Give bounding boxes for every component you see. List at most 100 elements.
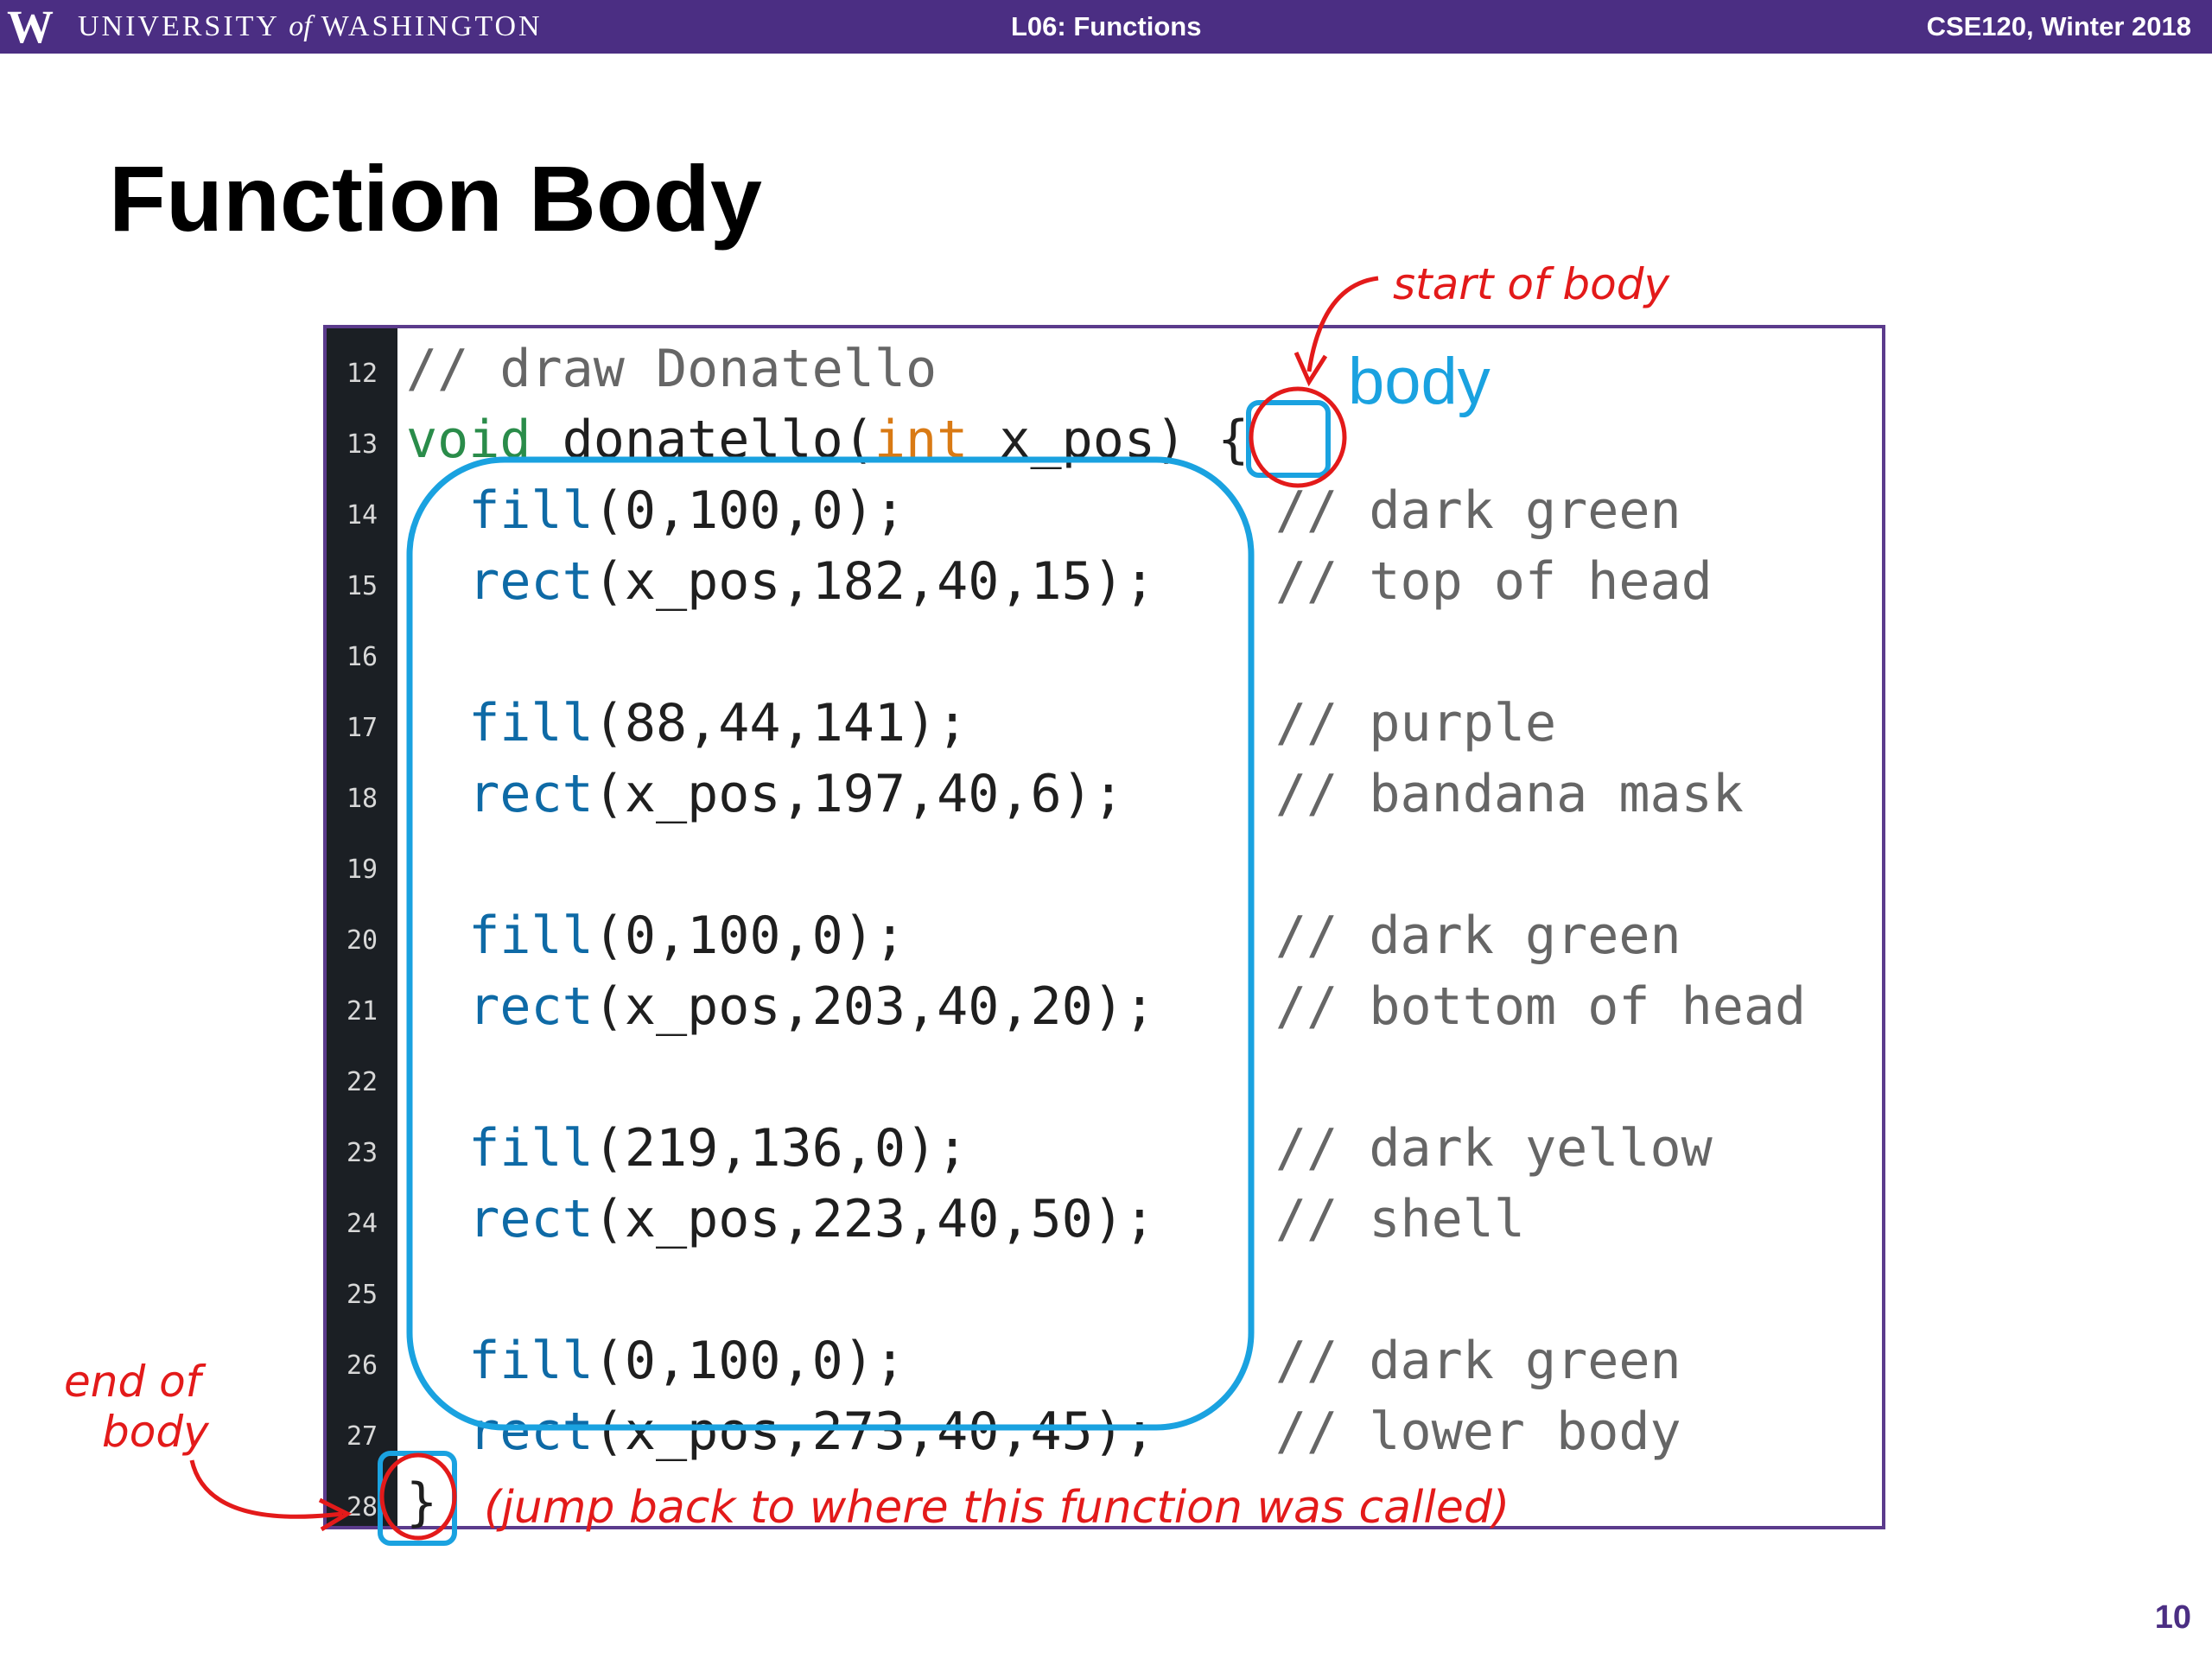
- line-number: 28: [346, 1492, 378, 1522]
- paren: (: [842, 410, 874, 470]
- course-name: CSE120, Winter 2018: [1926, 11, 2191, 41]
- arguments: (x_pos,203,40,20);: [593, 976, 1155, 1037]
- line-number: 17: [346, 713, 378, 743]
- line-number: 15: [346, 571, 378, 601]
- close-brace: }: [406, 1472, 438, 1533]
- function-call: rect: [468, 976, 594, 1037]
- line-number: 18: [346, 784, 378, 814]
- code-line: 24 rect(x_pos,223,40,50); // shell: [327, 1184, 1882, 1255]
- header-banner: W UNIVERSITY of WASHINGTON L06: Function…: [0, 0, 2212, 54]
- parameter: x_pos): [968, 410, 1187, 470]
- code-line: 19: [327, 830, 1882, 900]
- code-line: 25: [327, 1255, 1882, 1325]
- lecture-title: L06: Functions: [1011, 11, 1202, 41]
- code-line: 28}: [327, 1467, 1882, 1538]
- line-number: 20: [346, 925, 378, 956]
- function-call: fill: [468, 906, 594, 966]
- function-call: rect: [468, 1402, 594, 1462]
- arguments: (x_pos,273,40,45);: [593, 1402, 1155, 1462]
- code-line: 21 rect(x_pos,203,40,20); // bottom of he…: [327, 971, 1882, 1042]
- code-comment: // purple: [1275, 693, 1557, 753]
- code-comment: // dark green: [1275, 1331, 1681, 1391]
- code-comment: // dark yellow: [1275, 1118, 1713, 1179]
- arguments: (0,100,0);: [593, 480, 906, 541]
- code-line: 18 rect(x_pos,197,40,6); // bandana mask: [327, 759, 1882, 830]
- university-name-part: WASHINGTON: [321, 10, 543, 42]
- code-line: 17 fill(88,44,141); // purple: [327, 688, 1882, 759]
- code-line: 16: [327, 617, 1882, 688]
- function-call: fill: [468, 1331, 594, 1391]
- code-line: 13 void donatello(int x_pos) {: [327, 404, 1882, 475]
- code-comment: // top of head: [1275, 551, 1713, 612]
- function-call: rect: [468, 551, 594, 612]
- arguments: (x_pos,197,40,6);: [593, 764, 1124, 824]
- code-editor: 12 // draw Donatello 13 void donatello(int …: [323, 325, 1885, 1533]
- line-number: 23: [346, 1138, 378, 1168]
- function-call: fill: [468, 480, 594, 541]
- code-comment: // shell: [1275, 1189, 1525, 1249]
- code-comment: // bandana mask: [1275, 764, 1744, 824]
- arguments: (88,44,141);: [593, 693, 969, 753]
- function-name: donatello: [562, 410, 843, 470]
- arguments: (0,100,0);: [593, 906, 906, 966]
- line-number: 25: [346, 1280, 378, 1310]
- code-text: fill(0,100,0);: [406, 475, 906, 546]
- code-line: 23 fill(219,136,0); // dark yellow: [327, 1113, 1882, 1184]
- line-number: 22: [346, 1067, 378, 1097]
- line-number: 14: [346, 500, 378, 531]
- code-text: fill(0,100,0);: [406, 1325, 906, 1396]
- line-number: 12: [346, 359, 378, 389]
- type-int: int: [874, 410, 969, 470]
- code-text: }: [406, 1467, 437, 1538]
- comment-text: // draw Donatello: [406, 339, 938, 399]
- end-of-body-text-1: end of: [64, 1357, 207, 1407]
- page-number: 10: [2154, 1599, 2191, 1636]
- function-call: rect: [468, 764, 594, 824]
- code-line: 22: [327, 1042, 1882, 1113]
- code-text: fill(219,136,0);: [406, 1113, 968, 1184]
- code-comment: // dark green: [1275, 906, 1681, 966]
- code-text: fill(0,100,0);: [406, 900, 906, 971]
- code-line: 27 rect(x_pos,273,40,45); // lower body: [327, 1396, 1882, 1467]
- arguments: (219,136,0);: [593, 1118, 969, 1179]
- arguments: (x_pos,182,40,15);: [593, 551, 1155, 612]
- start-of-body-text: start of body: [1393, 259, 1671, 309]
- code-text: rect(x_pos,203,40,20);: [406, 971, 1155, 1042]
- code-line: 14 fill(0,100,0); // dark green: [327, 475, 1882, 546]
- body-label: body: [1348, 345, 1491, 418]
- code-line: 15 rect(x_pos,182,40,15); // top of head: [327, 546, 1882, 617]
- code-text: // draw Donatello: [406, 334, 937, 404]
- line-number: 19: [346, 855, 378, 885]
- uw-logo: W: [7, 1, 54, 53]
- university-name-of: of: [289, 10, 312, 42]
- function-call: rect: [468, 1189, 594, 1249]
- code-text: rect(x_pos,197,40,6);: [406, 759, 1124, 830]
- open-brace: {: [1217, 410, 1249, 470]
- function-call: fill: [468, 1118, 594, 1179]
- arguments: (0,100,0);: [593, 1331, 906, 1391]
- line-number: 16: [346, 642, 378, 672]
- line-number: 26: [346, 1351, 378, 1381]
- end-arrow: [189, 1459, 343, 1519]
- code-text: void donatello(int x_pos) {: [406, 404, 1249, 475]
- code-line: 12 // draw Donatello: [327, 334, 1882, 404]
- university-name-part: UNIVERSITY: [78, 10, 279, 42]
- code-text: rect(x_pos,223,40,50);: [406, 1184, 1155, 1255]
- end-of-body-text-2: body: [102, 1407, 210, 1457]
- code-text: rect(x_pos,182,40,15);: [406, 546, 1155, 617]
- line-number: 13: [346, 429, 378, 460]
- line-number: 24: [346, 1209, 378, 1239]
- line-number: 21: [346, 996, 378, 1027]
- code-comment: // dark green: [1275, 480, 1681, 541]
- function-call: fill: [468, 693, 594, 753]
- code-text: fill(88,44,141);: [406, 688, 968, 759]
- code-line: 20 fill(0,100,0); // dark green: [327, 900, 1882, 971]
- code-comment: // bottom of head: [1275, 976, 1807, 1037]
- slide-title: Function Body: [109, 146, 762, 251]
- code-line: 26 fill(0,100,0); // dark green: [327, 1325, 1882, 1396]
- keyword-void: void: [406, 410, 531, 470]
- code-comment: // lower body: [1275, 1402, 1681, 1462]
- university-name: UNIVERSITY of WASHINGTON: [78, 10, 543, 43]
- line-number: 27: [346, 1421, 378, 1452]
- code-text: rect(x_pos,273,40,45);: [406, 1396, 1155, 1467]
